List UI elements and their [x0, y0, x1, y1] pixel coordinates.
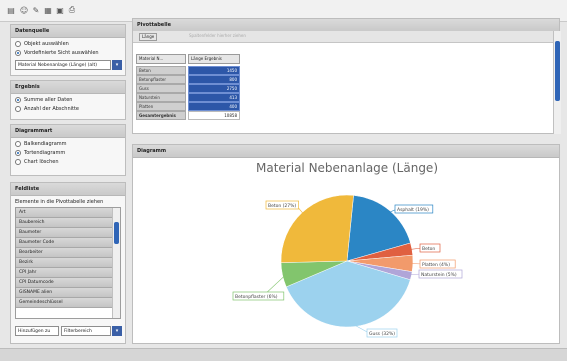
scroll-thumb[interactable]	[114, 222, 119, 244]
pivot-row-label: Naturstein	[136, 93, 186, 102]
add-to-select[interactable]: Hinzufügen zu	[15, 326, 59, 336]
result-panel: Ergebnis Summe aller Daten Anzahl der Ab…	[10, 80, 126, 120]
list-item[interactable]: Baumeter	[16, 228, 120, 238]
pivot-panel: Pivottabelle Länge Spaltenfelder hierher…	[132, 18, 561, 134]
list-item[interactable]: CPI Jahr	[16, 268, 120, 278]
radio-icon[interactable]	[15, 159, 21, 165]
diagram-panel: Diagramm Material Nebenanlage (Länge) As…	[132, 144, 560, 344]
list-item[interactable]: Baubereich	[16, 218, 120, 228]
scroll-thumb[interactable]	[555, 41, 560, 101]
option-label: Objekt auswählen	[24, 41, 69, 47]
option-select-object[interactable]: Objekt auswählen	[15, 41, 121, 47]
datasource-title: Datenquelle	[11, 25, 125, 38]
option-label: Vordefinierte Sicht auswählen	[24, 50, 99, 56]
field-list-panel: Feldliste Elemente in die Pivottabelle z…	[10, 182, 126, 344]
datasource-panel: Datenquelle Objekt auswählen Vordefinier…	[10, 24, 126, 76]
diagram-type-panel: Diagrammart Balkendiagramm Tortendiagram…	[10, 124, 126, 176]
pivot-scrollbar[interactable]	[553, 31, 561, 134]
pie-slice-label: Naturstein (5%)	[421, 272, 457, 278]
pivot-row-label: Betonpflaster	[136, 75, 186, 84]
option-label: Balkendiagramm	[24, 141, 67, 147]
edit-icon[interactable]: ✎	[31, 5, 41, 15]
pie-slice-label: Betonpflaster (6%)	[235, 294, 278, 300]
chevron-down-icon[interactable]: ▾	[112, 326, 122, 336]
radio-checked-icon[interactable]	[15, 50, 21, 56]
option-count-sections[interactable]: Anzahl der Abschnitte	[15, 106, 121, 112]
pie-slice-label: Beton (27%)	[268, 203, 296, 209]
list-item[interactable]: Gemeindeschlüssel	[16, 298, 120, 308]
view-select[interactable]: Material Nebenanlage (Länge) (alt)	[15, 60, 111, 70]
pie-slice-label: Beton	[422, 246, 435, 252]
radio-icon[interactable]	[15, 141, 21, 147]
list-item[interactable]: Bezirk	[16, 258, 120, 268]
radio-icon[interactable]	[15, 106, 21, 112]
field-tag-length[interactable]: Länge	[139, 33, 158, 41]
option-label: Anzahl der Abschnitte	[24, 106, 79, 112]
chevron-down-icon[interactable]: ▾	[112, 60, 122, 70]
option-label: Tortendiagramm	[24, 150, 66, 156]
option-sum-all[interactable]: Summe aller Daten	[15, 97, 121, 103]
pivot-column-drop-bar: Länge Spaltenfelder hierher ziehen	[133, 31, 553, 43]
document-icon[interactable]: ▤	[6, 5, 16, 15]
pie-chart: Asphalt (19%) Beton Platten (4%) Naturstein…	[232, 194, 463, 338]
pie-slice-label: Asphalt (19%)	[397, 207, 429, 213]
pivot-row-label: Beton	[136, 66, 186, 75]
option-label: Chart löschen	[24, 159, 59, 165]
pivot-row-label: Platten	[136, 102, 186, 111]
radio-icon[interactable]	[15, 41, 21, 47]
save-icon[interactable]: ▣	[55, 5, 65, 15]
pivot-row-value: 1450	[188, 66, 240, 75]
list-item[interactable]: GISNAME alien	[16, 288, 120, 298]
option-predefined-view[interactable]: Vordefinierte Sicht auswählen	[15, 50, 121, 56]
field-list-title: Feldliste	[11, 183, 125, 196]
radio-checked-icon[interactable]	[15, 97, 21, 103]
radio-checked-icon[interactable]	[15, 150, 21, 156]
row-field-header[interactable]: Material N...	[136, 54, 186, 64]
pivot-row-label: Gesamtergebnis	[136, 111, 186, 120]
field-list-scrollbar[interactable]	[112, 208, 120, 318]
area-select[interactable]: Filterbereich	[61, 326, 111, 336]
pie-slice-label: Platten (4%)	[422, 262, 450, 268]
list-item[interactable]: Art	[16, 208, 120, 218]
print-icon[interactable]: ⎙	[67, 5, 77, 15]
status-bar	[0, 348, 567, 361]
pie-slice-label: Guss (32%)	[369, 331, 395, 337]
pivot-row-label: Guss	[136, 84, 186, 93]
diagram-type-title: Diagrammart	[11, 125, 125, 138]
option-label: Summe aller Daten	[24, 97, 73, 103]
user-icon[interactable]: ☺	[19, 5, 29, 15]
list-item[interactable]: Bearbeiter	[16, 248, 120, 258]
pivot-row-value: 413	[188, 93, 240, 102]
list-item[interactable]: CPI Datumcode	[16, 278, 120, 288]
field-list: Art Baubereich Baumeter Baumeter Code Be…	[15, 207, 121, 319]
pivot-row-value: 400	[188, 102, 240, 111]
drop-hint: Spaltenfelder hierher ziehen	[189, 33, 246, 38]
pivot-row-value: 2750	[188, 84, 240, 93]
pivot-row-value: 10858	[188, 111, 240, 120]
result-header: Länge Ergebnis	[188, 54, 240, 64]
result-title: Ergebnis	[11, 81, 125, 94]
option-clear-chart[interactable]: Chart löschen	[15, 159, 121, 165]
grid-icon[interactable]: ▦	[43, 5, 53, 15]
pivot-row-value: 800	[188, 75, 240, 84]
option-bar-chart[interactable]: Balkendiagramm	[15, 141, 121, 147]
field-list-hint: Elemente in die Pivottabelle ziehen	[15, 199, 104, 205]
list-item[interactable]: Baumeter Code	[16, 238, 120, 248]
option-pie-chart[interactable]: Tortendiagramm	[15, 150, 121, 156]
